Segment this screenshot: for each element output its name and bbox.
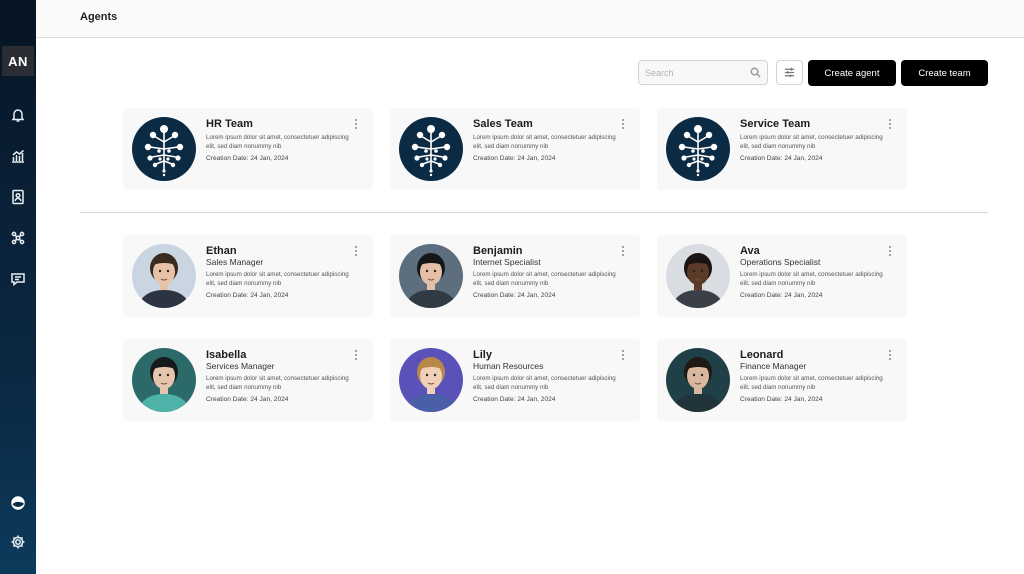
team-creation-date: Creation Date: 24 Jan, 2024 xyxy=(740,155,823,162)
agent-creation-date: Creation Date: 24 Jan, 2024 xyxy=(740,292,823,299)
agent-avatar xyxy=(399,244,463,308)
more-options-icon[interactable] xyxy=(620,349,626,361)
create-team-button[interactable]: Create team xyxy=(901,60,988,86)
page-title: Agents xyxy=(80,11,118,23)
agent-name: Benjamin xyxy=(473,245,523,257)
agent-name: Lily xyxy=(473,349,492,361)
user-avatar[interactable]: AN xyxy=(2,46,34,76)
more-options-icon[interactable] xyxy=(887,245,893,257)
team-name: HR Team xyxy=(206,118,253,130)
agent-name: Ethan xyxy=(206,245,237,257)
agent-avatar xyxy=(666,244,730,308)
team-description: Lorem ipsum dolor sit amet, consectetuer… xyxy=(206,134,349,150)
more-options-icon[interactable] xyxy=(620,245,626,257)
agent-description: Lorem ipsum dolor sit amet, consectetuer… xyxy=(206,271,349,287)
team-card[interactable]: HR Team Lorem ipsum dolor sit amet, cons… xyxy=(123,108,373,190)
agent-name: Ava xyxy=(740,245,760,257)
section-divider xyxy=(80,212,988,213)
gear-icon[interactable] xyxy=(0,530,36,554)
agent-card[interactable]: Ethan Sales Manager Lorem ipsum dolor si… xyxy=(123,235,373,317)
more-options-icon[interactable] xyxy=(353,349,359,361)
agent-description: Lorem ipsum dolor sit amet, consectetuer… xyxy=(740,375,883,391)
chart-icon[interactable] xyxy=(0,144,36,168)
agent-card[interactable]: Ava Operations Specialist Lorem ipsum do… xyxy=(657,235,907,317)
more-options-icon[interactable] xyxy=(353,118,359,130)
agent-card[interactable]: Leonard Finance Manager Lorem ipsum dolo… xyxy=(657,339,907,421)
search-input[interactable] xyxy=(645,67,745,78)
more-options-icon[interactable] xyxy=(620,118,626,130)
contacts-icon[interactable] xyxy=(0,185,36,209)
create-agent-button[interactable]: Create agent xyxy=(808,60,896,86)
agent-avatar xyxy=(132,244,196,308)
bell-icon[interactable] xyxy=(0,103,36,127)
sidebar-nav xyxy=(0,103,36,291)
agent-description: Lorem ipsum dolor sit amet, consectetuer… xyxy=(206,375,349,391)
sliders-icon xyxy=(784,67,795,78)
agent-avatar xyxy=(666,348,730,412)
team-card[interactable]: Sales Team Lorem ipsum dolor sit amet, c… xyxy=(390,108,640,190)
more-options-icon[interactable] xyxy=(887,349,893,361)
agent-creation-date: Creation Date: 24 Jan, 2024 xyxy=(473,292,556,299)
agent-description: Lorem ipsum dolor sit amet, consectetuer… xyxy=(740,271,883,287)
agent-card[interactable]: Benjamin Internet Specialist Lorem ipsum… xyxy=(390,235,640,317)
agent-description: Lorem ipsum dolor sit amet, consectetuer… xyxy=(473,271,616,287)
agent-role: Human Resources xyxy=(473,361,544,371)
chat-icon[interactable] xyxy=(0,267,36,291)
agent-role: Sales Manager xyxy=(206,257,264,267)
sidebar: AN xyxy=(0,0,36,574)
sidebar-bottom xyxy=(0,491,36,554)
agent-role: Finance Manager xyxy=(740,361,807,371)
agent-role: Operations Specialist xyxy=(740,257,821,267)
agent-creation-date: Creation Date: 24 Jan, 2024 xyxy=(206,396,289,403)
agent-creation-date: Creation Date: 24 Jan, 2024 xyxy=(473,396,556,403)
team-card[interactable]: Service Team Lorem ipsum dolor sit amet,… xyxy=(657,108,907,190)
theme-toggle-icon[interactable] xyxy=(0,491,36,515)
team-name: Sales Team xyxy=(473,118,533,130)
more-options-icon[interactable] xyxy=(353,245,359,257)
team-description: Lorem ipsum dolor sit amet, consectetuer… xyxy=(740,134,883,150)
agent-avatar xyxy=(399,348,463,412)
agent-description: Lorem ipsum dolor sit amet, consectetuer… xyxy=(473,375,616,391)
agent-card[interactable]: Isabella Services Manager Lorem ipsum do… xyxy=(123,339,373,421)
filter-button[interactable] xyxy=(776,60,803,85)
team-logo-icon xyxy=(132,117,196,181)
agent-name: Leonard xyxy=(740,349,784,361)
agent-avatar xyxy=(132,348,196,412)
top-header: Agents xyxy=(36,0,1024,38)
team-description: Lorem ipsum dolor sit amet, consectetuer… xyxy=(473,134,616,150)
agent-creation-date: Creation Date: 24 Jan, 2024 xyxy=(206,292,289,299)
search-box[interactable] xyxy=(638,60,768,85)
team-creation-date: Creation Date: 24 Jan, 2024 xyxy=(473,155,556,162)
agent-creation-date: Creation Date: 24 Jan, 2024 xyxy=(740,396,823,403)
search-icon[interactable] xyxy=(750,67,761,78)
agents-network-icon[interactable] xyxy=(0,226,36,250)
team-name: Service Team xyxy=(740,118,811,130)
agent-role: Internet Specialist xyxy=(473,257,541,267)
agent-card[interactable]: Lily Human Resources Lorem ipsum dolor s… xyxy=(390,339,640,421)
team-creation-date: Creation Date: 24 Jan, 2024 xyxy=(206,155,289,162)
agent-name: Isabella xyxy=(206,349,247,361)
agent-role: Services Manager xyxy=(206,361,275,371)
team-logo-icon xyxy=(666,117,730,181)
more-options-icon[interactable] xyxy=(887,118,893,130)
team-logo-icon xyxy=(399,117,463,181)
